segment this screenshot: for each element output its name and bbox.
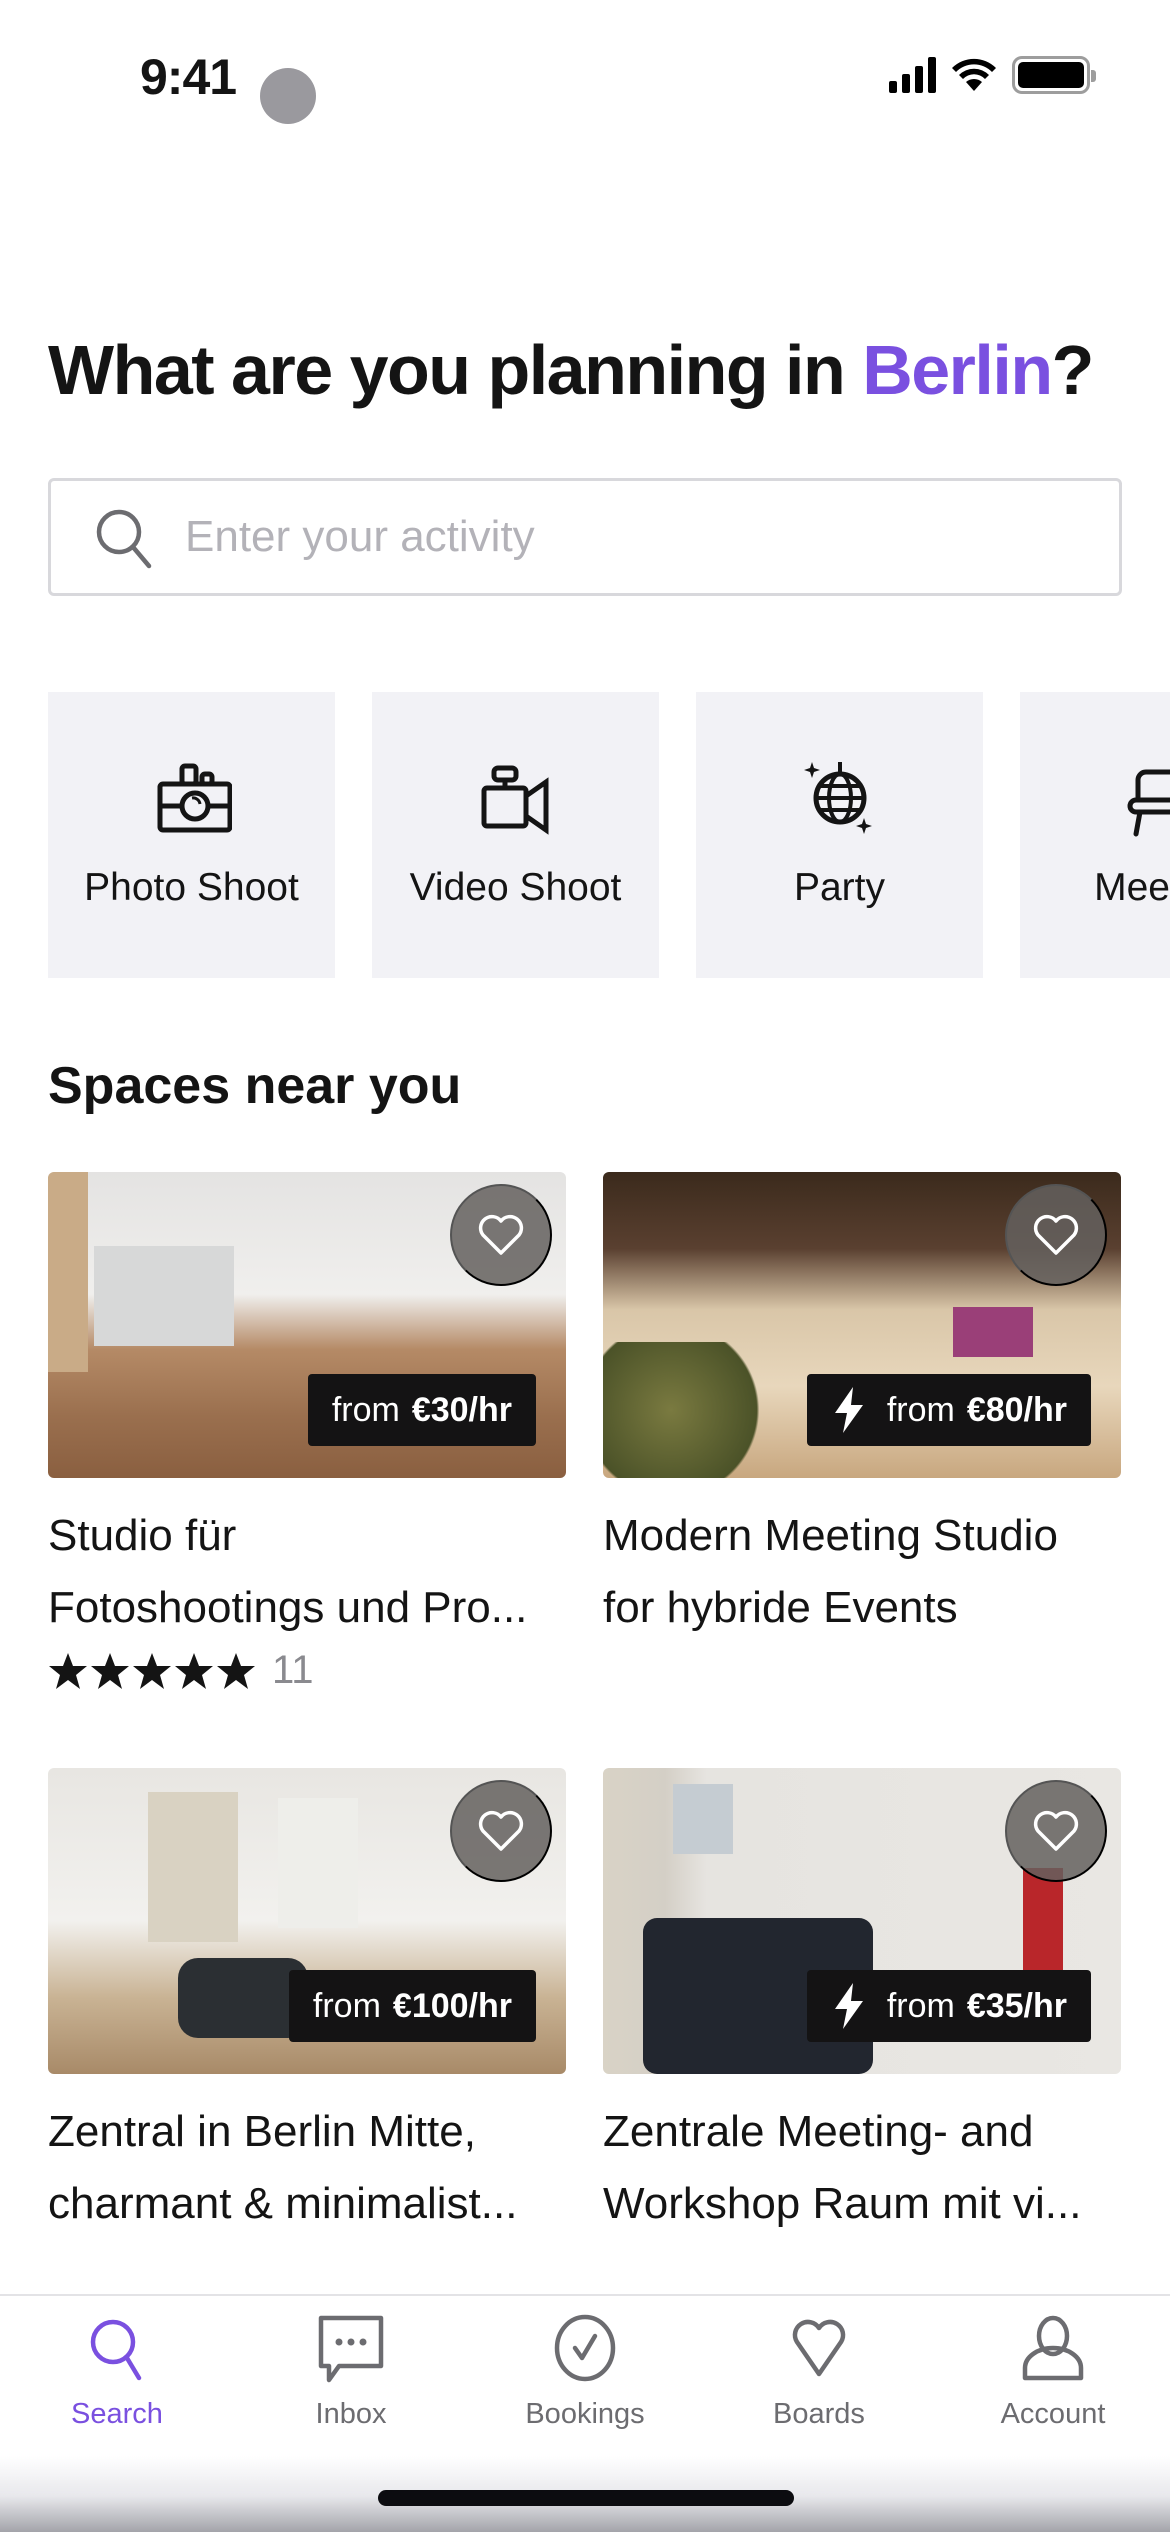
star-icon: [217, 1652, 255, 1689]
star-rating: 11: [48, 1648, 566, 1693]
category-label: Party: [793, 866, 886, 909]
tab-label: Search: [71, 2398, 163, 2430]
price-badge: from €35/hr: [806, 1970, 1091, 2042]
listing-title-line: Zentrale Meeting- and: [603, 2107, 1034, 2156]
category-carousel[interactable]: Photo Shoot Video Shoot Party Mee: [48, 692, 1170, 978]
listing-title[interactable]: Studio für Fotoshootings und Pro...: [48, 1500, 566, 1644]
review-count: 11: [272, 1648, 314, 1692]
star-icon: [133, 1652, 171, 1689]
price-badge: from €30/hr: [307, 1374, 536, 1446]
favorite-button[interactable]: [1005, 1184, 1107, 1286]
tab-search[interactable]: Search: [0, 2296, 234, 2456]
status-time: 9:41: [140, 49, 237, 105]
price-from-label: from: [886, 1390, 955, 1429]
activity-search-input[interactable]: [185, 512, 1085, 562]
favorite-button[interactable]: [1005, 1780, 1107, 1882]
tab-bookings[interactable]: Bookings: [468, 2296, 702, 2456]
listing-photo[interactable]: from €30/hr: [48, 1172, 566, 1478]
recording-indicator: [260, 68, 316, 124]
tab-label: Account: [1000, 2398, 1106, 2430]
listing-card[interactable]: from €80/hr Modern Meeting Studio for hy…: [603, 1172, 1121, 1644]
cellular-signal-icon: [889, 57, 936, 93]
price-amount: €80/hr: [966, 1390, 1067, 1429]
listing-photo[interactable]: from €35/hr: [603, 1768, 1121, 2074]
price-from-label: from: [331, 1390, 400, 1429]
star-icon: [175, 1652, 213, 1689]
listing-title[interactable]: Zentrale Meeting- and Workshop Raum mit …: [603, 2096, 1121, 2240]
category-meeting[interactable]: Meeting: [1020, 692, 1170, 978]
heart-icon: [478, 1214, 524, 1255]
chair-icon: [1127, 769, 1170, 837]
listing-card[interactable]: from €30/hr Studio für Fotoshootings und…: [48, 1172, 566, 1693]
category-label: Video Shoot: [409, 866, 622, 909]
price-badge: from €100/hr: [288, 1970, 536, 2042]
status-bar: 9:41: [0, 0, 1170, 150]
price-from-label: from: [886, 1986, 955, 2025]
heart-icon: [478, 1810, 524, 1851]
lightning-bolt-icon: [834, 1983, 863, 2029]
listing-card[interactable]: from €100/hr Zentral in Berlin Mitte, ch…: [48, 1768, 566, 2240]
city-name[interactable]: Berlin: [862, 331, 1053, 409]
star-icon: [49, 1652, 87, 1689]
listing-title-line: Fotoshootings und Pro...: [48, 1583, 528, 1632]
lightning-bolt-icon: [834, 1387, 863, 1433]
category-label: Meeting: [1094, 866, 1170, 909]
video-camera-icon: [481, 765, 548, 835]
camera-icon: [157, 763, 232, 833]
search-icon: [96, 509, 152, 569]
tab-label: Bookings: [525, 2398, 645, 2430]
category-label: Photo Shoot: [84, 866, 299, 909]
search-icon: [90, 2319, 142, 2381]
heart-icon: [1033, 1214, 1079, 1255]
heart-icon: [1033, 1810, 1079, 1851]
listing-photo[interactable]: from €80/hr: [603, 1172, 1121, 1478]
listing-title-line: Studio für: [48, 1511, 237, 1560]
tab-label: Inbox: [315, 2398, 387, 2430]
tab-label: Boards: [773, 2398, 865, 2430]
listing-title[interactable]: Modern Meeting Studio for hybride Events: [603, 1500, 1121, 1644]
favorite-button[interactable]: [450, 1184, 552, 1286]
category-party[interactable]: Party: [696, 692, 983, 978]
title-prefix: What are you planning in: [48, 331, 863, 409]
home-indicator[interactable]: [378, 2490, 794, 2506]
category-video-shoot[interactable]: Video Shoot: [372, 692, 659, 978]
tab-boards[interactable]: Boards: [702, 2296, 936, 2456]
category-photo-shoot[interactable]: Photo Shoot: [48, 692, 335, 978]
favorite-button[interactable]: [450, 1780, 552, 1882]
section-title: Spaces near you: [48, 1057, 462, 1115]
chat-bubble-icon: [318, 2315, 384, 2383]
listing-title-line: Zentral in Berlin Mitte,: [48, 2107, 476, 2156]
price-amount: €35/hr: [966, 1986, 1067, 2025]
page-title: What are you planning in Berlin?: [48, 330, 1095, 410]
listing-card[interactable]: from €35/hr Zentrale Meeting- and Worksh…: [603, 1768, 1121, 2240]
price-badge: from €80/hr: [806, 1374, 1091, 1446]
tab-account[interactable]: Account: [936, 2296, 1170, 2456]
check-circle-icon: [554, 2314, 616, 2382]
status-icons: [889, 56, 1096, 94]
disco-ball-icon: [803, 762, 872, 834]
price-amount: €100/hr: [392, 1986, 512, 2025]
listing-title-line: charmant & minimalist...: [48, 2179, 518, 2228]
listing-photo[interactable]: from €100/hr: [48, 1768, 566, 2074]
tab-inbox[interactable]: Inbox: [234, 2296, 468, 2456]
title-suffix: ?: [1051, 331, 1095, 409]
price-amount: €30/hr: [411, 1390, 512, 1429]
listing-title[interactable]: Zentral in Berlin Mitte, charmant & mini…: [48, 2096, 566, 2240]
battery-icon: [1012, 56, 1096, 94]
activity-search-box[interactable]: [48, 478, 1122, 596]
wifi-icon: [952, 58, 996, 91]
heart-icon: [792, 2319, 846, 2377]
listing-title-line: Workshop Raum mit vi...: [603, 2179, 1082, 2228]
star-icon: [91, 1652, 129, 1689]
price-from-label: from: [312, 1986, 381, 2025]
person-icon: [1022, 2315, 1084, 2381]
listing-title-line: for hybride Events: [603, 1583, 958, 1632]
listing-title-line: Modern Meeting Studio: [603, 1511, 1058, 1560]
